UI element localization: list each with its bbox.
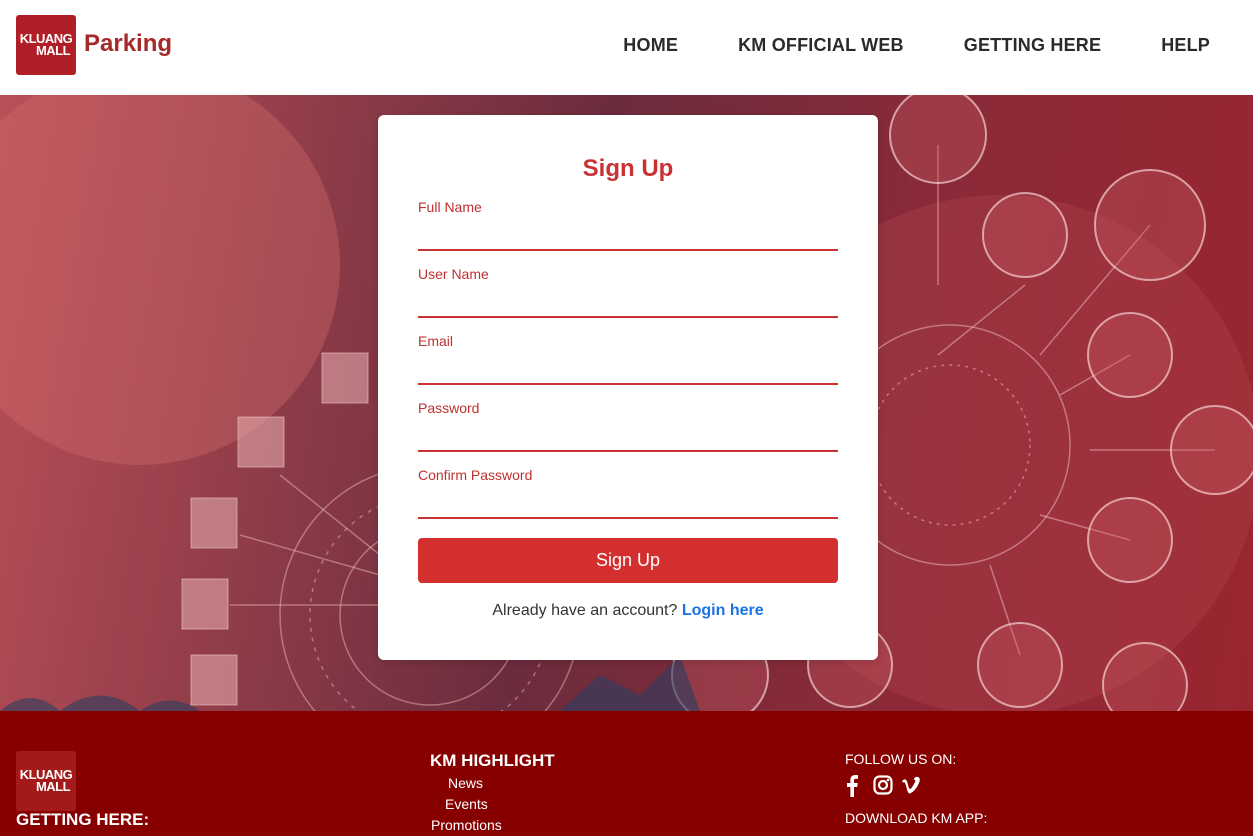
password-label: Password: [418, 400, 480, 416]
footer-logo[interactable]: KLUANG MALL: [16, 751, 76, 811]
download-app-label: DOWNLOAD KM APP:: [845, 810, 988, 826]
instagram-icon[interactable]: [873, 775, 893, 799]
main-nav: HOME KM OFFICIAL WEB GETTING HERE HELP: [623, 35, 1210, 56]
login-prompt-text: Already have an account?: [492, 602, 678, 619]
nav-home[interactable]: HOME: [623, 35, 678, 56]
email-input[interactable]: [418, 357, 838, 385]
user-name-field: User Name: [418, 266, 838, 318]
login-link[interactable]: Login here: [682, 602, 764, 619]
full-name-field: Full Name: [418, 199, 838, 251]
full-name-input[interactable]: [418, 223, 838, 251]
social-links: [845, 775, 921, 799]
email-label: Email: [418, 333, 454, 349]
nav-help[interactable]: HELP: [1161, 35, 1210, 56]
brand-title: Parking: [84, 30, 173, 57]
confirm-password-input[interactable]: [418, 491, 838, 519]
site-footer: KLUANG MALL GETTING HERE: KM HIGHLIGHT N…: [0, 711, 1253, 836]
footer-link-events[interactable]: Events: [445, 796, 488, 812]
footer-link-news[interactable]: News: [448, 775, 483, 791]
getting-here-heading: GETTING HERE:: [16, 810, 150, 829]
footer-logo-line2: MALL: [35, 779, 71, 794]
user-name-label: User Name: [418, 266, 489, 282]
site-header: KLUANG MALL Parking HOME KM OFFICIAL WEB…: [0, 0, 1253, 95]
user-name-input[interactable]: [418, 290, 838, 318]
confirm-password-label: Confirm Password: [418, 467, 533, 483]
signup-title: Sign Up: [582, 155, 674, 182]
kluang-mall-logo[interactable]: KLUANG MALL: [16, 15, 76, 75]
login-prompt-row: Already have an account? Login here: [378, 602, 878, 620]
confirm-password-field: Confirm Password: [418, 467, 838, 519]
vimeo-icon[interactable]: [901, 775, 921, 799]
password-input[interactable]: [418, 424, 838, 452]
follow-us-label: FOLLOW US ON:: [845, 751, 957, 767]
footer-link-promotions[interactable]: Promotions: [431, 817, 502, 833]
signup-card: Sign Up Full Name User Name Email Passwo…: [378, 115, 878, 660]
email-field: Email: [418, 333, 838, 385]
signup-button[interactable]: Sign Up: [418, 538, 838, 583]
full-name-label: Full Name: [418, 199, 482, 215]
password-field: Password: [418, 400, 838, 452]
nav-getting-here[interactable]: GETTING HERE: [964, 35, 1101, 56]
facebook-icon[interactable]: [845, 775, 865, 799]
nav-km-official-web[interactable]: KM OFFICIAL WEB: [738, 35, 904, 56]
logo-text-line2: MALL: [35, 43, 71, 58]
km-highlight-heading: KM HIGHLIGHT: [430, 751, 555, 770]
